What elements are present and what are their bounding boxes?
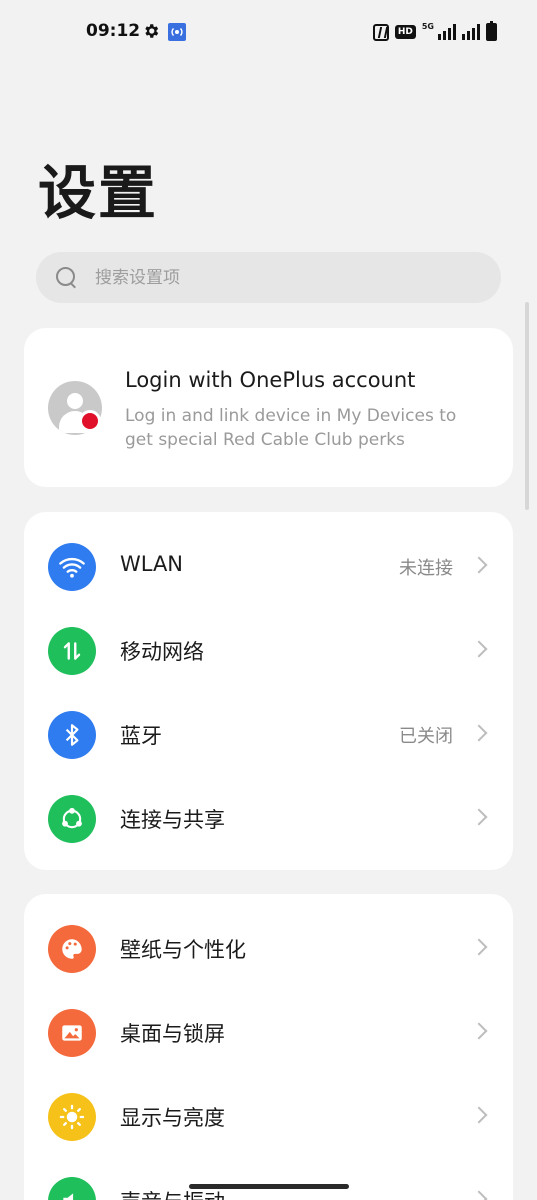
signal-icon: [438, 24, 456, 40]
settings-item-value: 未连接: [399, 558, 453, 579]
personalization-group: 壁纸与个性化 桌面与锁屏 显示与亮度 声音与振动: [24, 894, 513, 1200]
mobile-data-icon: [48, 627, 96, 675]
settings-item-display-brightness[interactable]: 显示与亮度: [24, 1074, 513, 1158]
hotspot-icon: [168, 23, 186, 41]
settings-item-bluetooth[interactable]: 蓝牙 已关闭: [24, 692, 513, 776]
status-time: 09:12: [86, 21, 141, 41]
settings-item-wallpaper[interactable]: 壁纸与个性化: [24, 906, 513, 990]
settings-item-sound-vibration[interactable]: 声音与振动: [24, 1158, 513, 1200]
image-icon: [48, 1009, 96, 1057]
battery-icon: [486, 21, 497, 41]
gesture-handle[interactable]: [189, 1184, 349, 1189]
settings-item-label: 桌面与锁屏: [120, 1022, 225, 1046]
speaker-icon: [48, 1177, 96, 1200]
nfc-icon: [372, 23, 389, 41]
chevron-right-icon: [470, 724, 488, 742]
search-icon: [56, 266, 78, 289]
hd-icon: HD: [394, 25, 416, 39]
chevron-right-icon: [470, 1190, 488, 1200]
chevron-right-icon: [470, 640, 488, 658]
chevron-right-icon: [470, 808, 488, 826]
chevron-right-icon: [470, 1022, 488, 1040]
status-bar: 09:12 HD 5G: [0, 0, 537, 62]
settings-item-label: 连接与共享: [120, 808, 225, 832]
share-icon: [48, 795, 96, 843]
account-title: Login with OnePlus account: [125, 368, 416, 392]
palette-icon: [48, 925, 96, 973]
settings-item-label: 显示与亮度: [120, 1106, 225, 1130]
connectivity-group: WLAN 未连接 移动网络 蓝牙 已关闭 连接与共享: [24, 512, 513, 870]
chevron-right-icon: [470, 1106, 488, 1124]
bluetooth-icon: [48, 711, 96, 759]
search-bar[interactable]: [36, 252, 501, 303]
account-subtitle: Log in and link device in My Devices to …: [125, 406, 457, 450]
scrollbar[interactable]: [525, 302, 529, 510]
settings-item-connection-sharing[interactable]: 连接与共享: [24, 776, 513, 860]
settings-item-label: 壁纸与个性化: [120, 938, 246, 962]
account-card[interactable]: Login with OnePlus account Log in and li…: [24, 328, 513, 487]
settings-item-mobile-network[interactable]: 移动网络: [24, 608, 513, 692]
sun-icon: [48, 1093, 96, 1141]
network-type: 5G: [421, 21, 434, 31]
chevron-right-icon: [470, 556, 488, 574]
settings-item-home-lock-screen[interactable]: 桌面与锁屏: [24, 990, 513, 1074]
settings-item-label: WLAN: [120, 552, 184, 576]
settings-item-wlan[interactable]: WLAN 未连接: [24, 524, 513, 608]
notification-dot: [79, 410, 101, 432]
settings-item-label: 蓝牙: [120, 724, 162, 748]
signal-icon: [462, 24, 480, 40]
gear-icon: [145, 24, 159, 38]
search-input[interactable]: [95, 267, 455, 288]
settings-item-value: 已关闭: [399, 726, 453, 747]
settings-item-label: 移动网络: [120, 640, 204, 664]
wifi-icon: [48, 543, 96, 591]
page-title: 设置: [38, 159, 159, 227]
chevron-right-icon: [470, 938, 488, 956]
